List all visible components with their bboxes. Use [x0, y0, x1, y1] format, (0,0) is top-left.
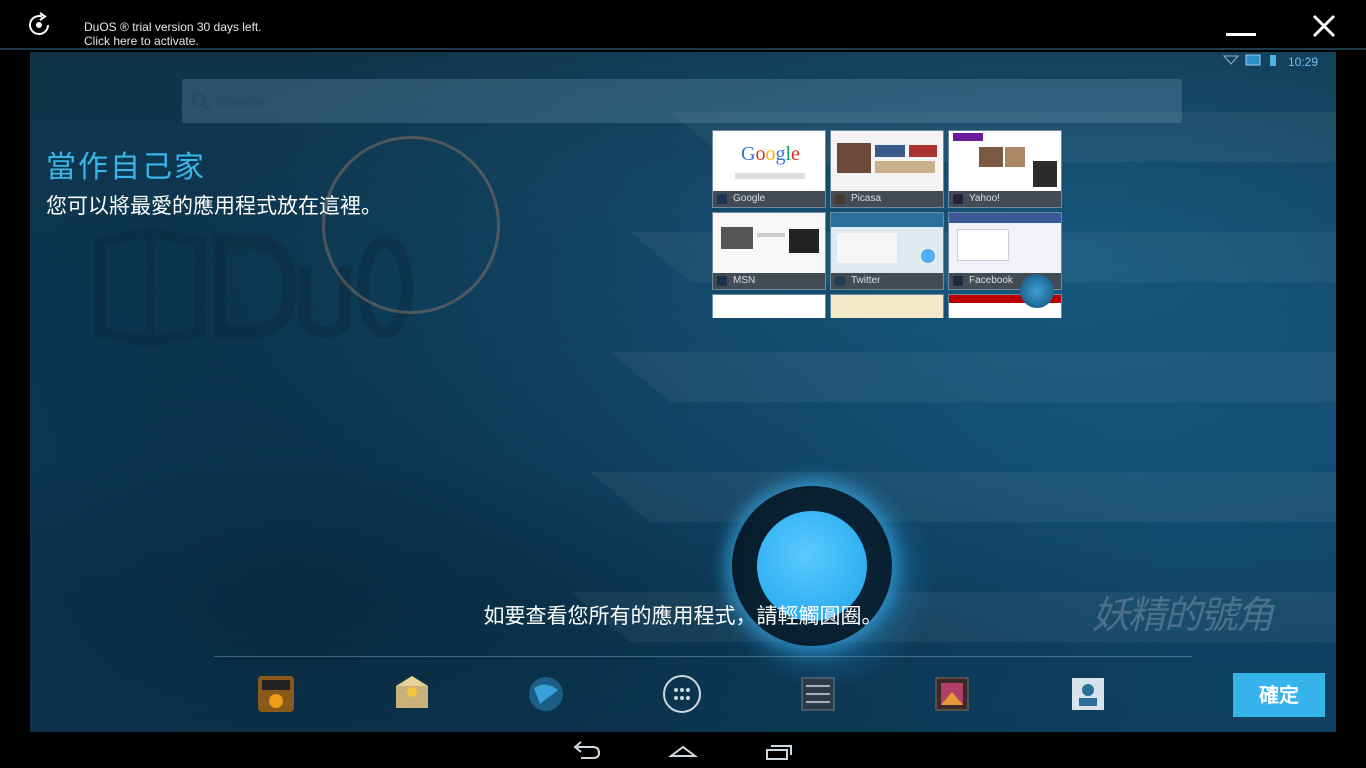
- close-icon: [1312, 14, 1336, 38]
- status-clock: 10:29: [1287, 55, 1318, 69]
- bookmark-label: MSN: [713, 273, 825, 289]
- dock-divider: [214, 656, 1192, 657]
- bookmark-partial[interactable]: [830, 294, 944, 318]
- gallery-icon[interactable]: [932, 674, 972, 714]
- bookmark-google[interactable]: Google Google: [712, 130, 826, 208]
- all-apps-icon[interactable]: [662, 674, 702, 714]
- status-bar: 10:29: [1216, 52, 1336, 72]
- navigation-bar: [0, 732, 1366, 768]
- battery-icon: [1270, 55, 1276, 66]
- search-placeholder: Google: [216, 93, 265, 109]
- bookmarks-widget[interactable]: Google Google Picasa Yahoo! MSN Twitter …: [712, 130, 1062, 318]
- google-search-bar[interactable]: Google: [182, 79, 1182, 123]
- bookmark-label: Yahoo!: [949, 191, 1061, 207]
- window-title-bar: DuOS ® trial version 30 days left. Click…: [0, 0, 1366, 48]
- home-icon[interactable]: [663, 738, 703, 764]
- minimize-icon: [1226, 33, 1256, 36]
- screen-icon: [1245, 54, 1261, 66]
- bookmark-yahoo[interactable]: Yahoo!: [948, 130, 1062, 208]
- refresh-icon[interactable]: [24, 10, 54, 40]
- tutorial-title: 當作自己家: [46, 150, 206, 185]
- confirm-button[interactable]: 確定: [1233, 673, 1325, 717]
- bookmark-picasa[interactable]: Picasa: [830, 130, 944, 208]
- bookmark-twitter[interactable]: Twitter: [830, 212, 944, 290]
- minimize-button[interactable]: [1222, 14, 1258, 40]
- decorative-ring: [322, 136, 500, 314]
- contacts-icon[interactable]: [1068, 674, 1108, 714]
- settings-icon[interactable]: [798, 674, 838, 714]
- activate-link[interactable]: Click here to activate.: [84, 34, 262, 48]
- close-button[interactable]: [1306, 8, 1342, 44]
- bookmark-label: Picasa: [831, 191, 943, 207]
- wifi-icon: [1222, 55, 1240, 65]
- search-icon: [191, 92, 212, 113]
- bookmark-label: Twitter: [831, 273, 943, 289]
- recent-apps-icon[interactable]: [759, 738, 799, 764]
- bookmark-label: Google: [713, 191, 825, 207]
- browser-icon[interactable]: [526, 674, 566, 714]
- trial-notice[interactable]: DuOS ® trial version 30 days left. Click…: [84, 20, 262, 48]
- android-home-screen: 10:29 Google 當作自己家 您可以將最愛的應用程式放在這裡。 Goog…: [30, 52, 1336, 732]
- app-dock: [30, 666, 1336, 726]
- bookmark-partial[interactable]: [712, 294, 826, 318]
- title-bar-divider: [0, 48, 1366, 50]
- trial-status-text: DuOS ® trial version 30 days left.: [84, 20, 262, 34]
- bookmark-msn[interactable]: MSN: [712, 212, 826, 290]
- browser-globe-icon: [1020, 274, 1054, 308]
- amazon-appstore-icon[interactable]: [256, 674, 296, 714]
- tutorial-subtitle: 您可以將最愛的應用程式放在這裡。: [46, 194, 382, 218]
- back-icon[interactable]: [567, 738, 607, 764]
- email-icon[interactable]: [392, 674, 432, 714]
- site-watermark: 妖精的號角: [1092, 593, 1274, 637]
